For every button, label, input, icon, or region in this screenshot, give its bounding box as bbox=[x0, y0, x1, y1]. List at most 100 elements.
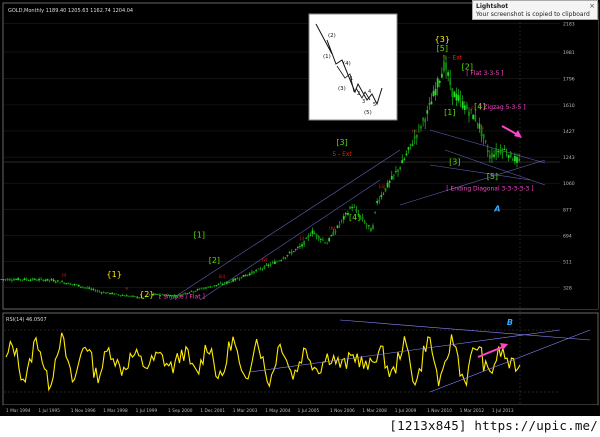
candle-body bbox=[240, 276, 243, 279]
candle-body bbox=[56, 280, 59, 282]
candle-body bbox=[100, 292, 103, 294]
time-tick-label: 1 Mar 2012 bbox=[460, 408, 485, 414]
candle-body bbox=[411, 144, 414, 146]
inset-label: 5 bbox=[373, 102, 376, 108]
candle-body bbox=[290, 251, 293, 254]
candle-body bbox=[209, 286, 212, 288]
time-tick-label: 1 Jul 1995 bbox=[38, 408, 60, 414]
candle-body bbox=[65, 283, 68, 285]
candle-body bbox=[505, 154, 508, 155]
candle-body bbox=[516, 157, 518, 163]
candle-body bbox=[223, 282, 226, 284]
candle-body bbox=[340, 219, 343, 221]
candle-body bbox=[15, 279, 18, 281]
candle-body bbox=[54, 281, 57, 283]
candle-body bbox=[75, 284, 78, 286]
candle-body bbox=[403, 158, 406, 160]
candle-body bbox=[31, 278, 34, 280]
candle-body bbox=[84, 287, 86, 289]
candle-body bbox=[355, 209, 358, 212]
candle-body bbox=[493, 154, 495, 157]
time-tick-label: 1 Jul 1999 bbox=[136, 408, 158, 414]
sub-wave-marker: (b) bbox=[329, 226, 335, 231]
candle-body bbox=[33, 278, 36, 280]
candle-body bbox=[324, 242, 326, 244]
candle-body bbox=[96, 290, 99, 292]
blue-wave-label-icon: A bbox=[493, 205, 500, 214]
candle-body bbox=[299, 246, 301, 247]
time-tick-label: 1 Jul 2005 bbox=[298, 408, 320, 414]
sub-wave-marker: (i) bbox=[62, 273, 67, 278]
candle-body bbox=[198, 288, 201, 290]
chart-canvas: {1}{2}[ Simple / Flat ]{3}[5]5 - Ext[ Fl… bbox=[0, 2, 599, 416]
candle-body bbox=[334, 231, 337, 233]
candle-body bbox=[27, 280, 30, 281]
candle-body bbox=[263, 265, 266, 269]
candle-body bbox=[286, 254, 289, 256]
candle-body bbox=[338, 224, 341, 226]
price-tick-label: 328 bbox=[563, 285, 572, 291]
candle-body bbox=[194, 290, 197, 292]
notification-title: Lightshot bbox=[476, 3, 509, 10]
screenshot-notification[interactable]: Lightshot Your screenshot is copied to c… bbox=[472, 0, 598, 20]
candle-body bbox=[361, 217, 364, 220]
candle-body bbox=[326, 243, 328, 245]
candle-body bbox=[422, 118, 424, 121]
candle-body bbox=[413, 136, 416, 139]
wave-label: [ Zigzag 5-3-5 ] bbox=[479, 104, 525, 111]
candle-body bbox=[280, 260, 283, 261]
candle-body bbox=[90, 288, 93, 290]
candle-body bbox=[476, 122, 479, 124]
candle-body bbox=[69, 283, 72, 285]
candle-body bbox=[428, 103, 431, 105]
candle-body bbox=[25, 279, 28, 280]
candle-body bbox=[370, 227, 372, 232]
candle-body bbox=[457, 95, 460, 101]
candle-body bbox=[397, 169, 399, 172]
candle-body bbox=[255, 270, 258, 272]
candle-body bbox=[342, 216, 345, 220]
candle-body bbox=[123, 295, 126, 297]
wave-label: 5 - Ext bbox=[332, 151, 352, 158]
candle-body bbox=[238, 278, 241, 280]
candle-body bbox=[478, 123, 481, 129]
price-tick-label: 511 bbox=[563, 259, 572, 265]
candle-body bbox=[349, 207, 351, 209]
candle-body bbox=[242, 274, 245, 277]
candle-body bbox=[382, 193, 385, 195]
sub-wave-marker: (i) bbox=[300, 236, 305, 241]
candle-body bbox=[365, 224, 368, 226]
candle-body bbox=[374, 211, 376, 213]
candle-body bbox=[19, 279, 22, 281]
inset-label: (5) bbox=[364, 110, 372, 116]
candle-body bbox=[4, 279, 7, 280]
candle-body bbox=[192, 291, 195, 293]
candle-body bbox=[29, 279, 32, 281]
candle-body bbox=[451, 88, 454, 98]
candle-body bbox=[315, 234, 318, 237]
candle-body bbox=[44, 280, 47, 281]
candle-body bbox=[420, 126, 422, 129]
candle-body bbox=[415, 134, 418, 139]
candle-body bbox=[378, 199, 381, 202]
wave-label: [2] bbox=[209, 256, 220, 265]
candle-body bbox=[71, 284, 74, 286]
candle-body bbox=[207, 286, 210, 288]
wave-label: [1] bbox=[444, 108, 455, 117]
price-tick-label: 1243 bbox=[563, 155, 575, 161]
price-tick-label: 1796 bbox=[563, 76, 575, 82]
candle-body bbox=[50, 279, 53, 281]
time-tick-label: 1 Dec 2001 bbox=[200, 408, 225, 414]
candle-body bbox=[234, 278, 237, 281]
candle-body bbox=[351, 207, 354, 209]
close-icon[interactable]: × bbox=[589, 2, 595, 10]
candle-body bbox=[196, 289, 199, 291]
inset-label: (2) bbox=[328, 33, 336, 39]
inset-label: (4) bbox=[343, 61, 351, 67]
notification-text: Your screenshot is copied to clipboard bbox=[476, 11, 590, 18]
candle-body bbox=[390, 175, 393, 180]
inset-label: 1 bbox=[350, 76, 353, 82]
wave-label: {1} bbox=[107, 270, 122, 279]
wave-label: 5 - Ext bbox=[443, 54, 463, 61]
candle-body bbox=[392, 174, 395, 176]
